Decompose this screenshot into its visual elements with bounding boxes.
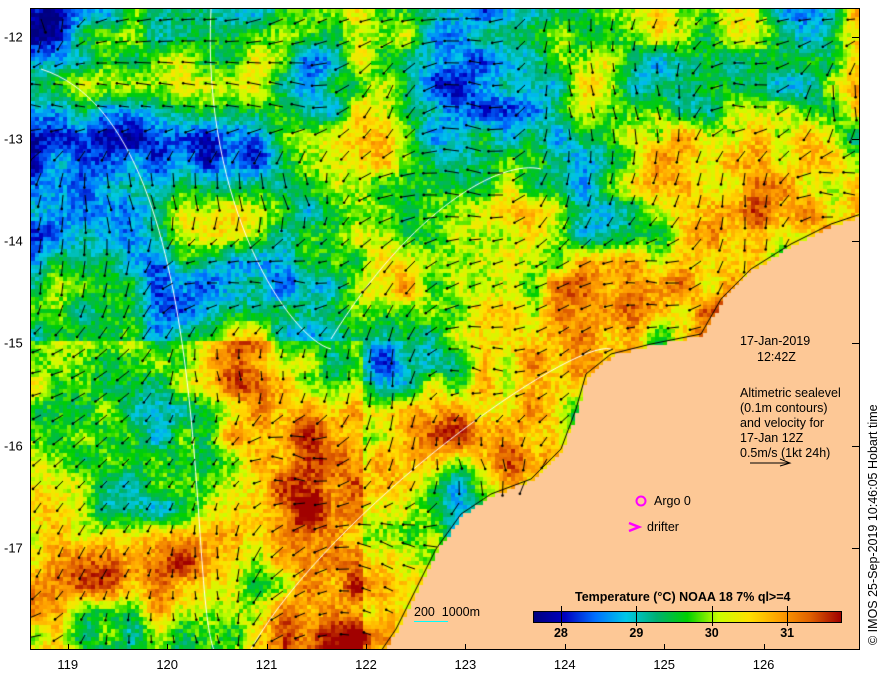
colorbar-tick-mark: [560, 606, 562, 626]
colorbar-tick-label: 28: [553, 626, 568, 640]
longitude-tick-label: 121: [255, 657, 278, 672]
colorbar-tick-mark: [636, 606, 638, 626]
latitude-tick-label: -16: [4, 438, 23, 454]
argo-label: Argo 0: [654, 494, 691, 508]
depth-legend-line: [414, 621, 448, 622]
longitude-tick-mark: [67, 644, 69, 650]
time-label: 12:42Z: [757, 350, 796, 364]
colorbar-title: Temperature (°C) NOAA 18 7% ql>=4: [575, 590, 791, 604]
longitude-tick-label: 123: [454, 657, 477, 672]
latitude-tick-mark: [852, 343, 860, 345]
longitude-tick-mark: [465, 644, 467, 650]
longitude-tick-mark: [564, 644, 566, 650]
longitude-tick-mark: [167, 644, 169, 650]
velocity-scale-arrow-icon: [750, 458, 792, 467]
latitude-tick-label: -12: [4, 29, 23, 45]
latitude-tick-label: -17: [4, 540, 23, 556]
latitude-tick-mark: [852, 138, 860, 140]
longitude-tick-label: 126: [752, 657, 775, 672]
latitude-tick-mark: [852, 445, 860, 447]
latitude-tick-mark: [852, 36, 860, 38]
depth-contour-legend: 200 1000m: [414, 605, 481, 619]
latitude-tick-mark: [852, 547, 860, 549]
latitude-tick-label: -13: [4, 131, 23, 147]
longitude-tick-mark: [266, 644, 268, 650]
argo-marker-icon: [635, 495, 647, 507]
longitude-tick-label: 125: [653, 657, 676, 672]
longitude-tick-mark: [664, 644, 666, 650]
colorbar: [533, 611, 842, 623]
colorbar-tick-label: 31: [780, 626, 795, 640]
latitude-tick-label: -14: [4, 233, 23, 249]
date-label: 17-Jan-2019: [740, 334, 811, 348]
sst-field-canvas: [31, 9, 859, 649]
latitude-tick-label: -15: [4, 335, 23, 351]
colorbar-tick-label: 30: [704, 626, 719, 640]
imos-timestamp: © IMOS 25-Sep-2019 10:46:05 Hobart time: [866, 404, 880, 645]
sst-map: [30, 8, 860, 650]
colorbar-tick-mark: [787, 606, 789, 626]
drifter-marker-icon: [628, 521, 643, 533]
latitude-tick-mark: [852, 241, 860, 243]
longitude-tick-mark: [365, 644, 367, 650]
longitude-tick-label: 120: [156, 657, 179, 672]
longitude-tick-label: 122: [355, 657, 377, 672]
longitude-tick-mark: [763, 644, 765, 650]
drifter-label: drifter: [647, 520, 679, 534]
longitude-tick-label: 124: [553, 657, 576, 672]
altimetry-note: Altimetric sealevel (0.1m contours) and …: [740, 386, 841, 460]
colorbar-tick-label: 29: [629, 626, 644, 640]
longitude-tick-label: 119: [57, 657, 79, 672]
colorbar-tick-mark: [711, 606, 713, 626]
